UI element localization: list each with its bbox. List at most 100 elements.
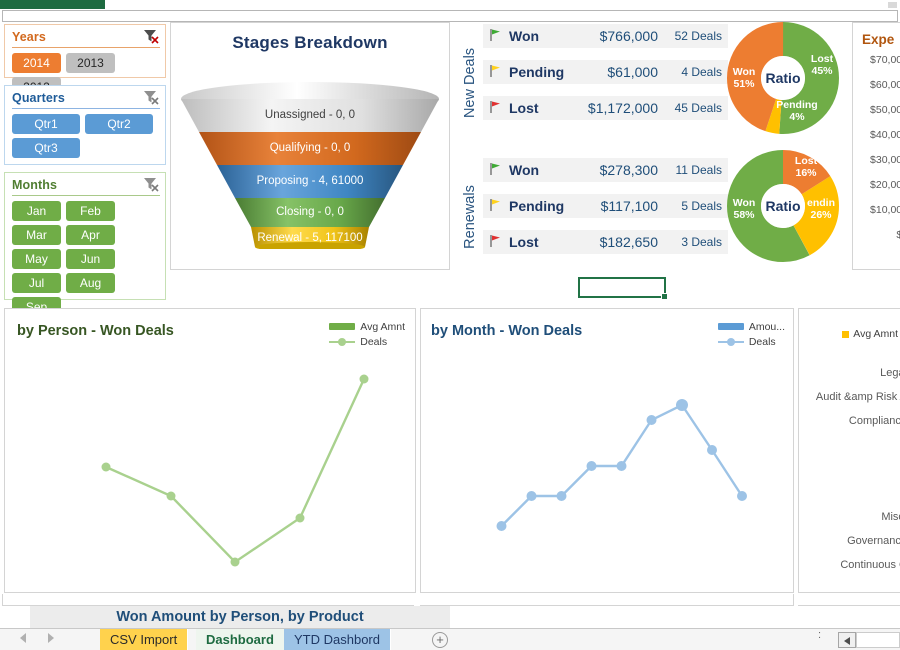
slicer-quarters[interactable]: Quarters Qtr1 Qtr2 Qtr3 [4, 85, 166, 165]
kpi-deals: 52 Deals [674, 29, 722, 43]
slicer-years-header: Years [12, 29, 160, 44]
clear-filter-icon[interactable] [143, 177, 160, 192]
slicer-item-jul[interactable]: Jul [12, 273, 61, 293]
kpi-group-new-deals-label: New Deals [458, 24, 482, 142]
kpi-status: Won [509, 28, 540, 44]
donut-chart-renewals[interactable]: Ratio Won 58% endin 26% Lost 16% [727, 150, 839, 262]
chart-frame-bottom-right [420, 594, 794, 606]
ribbon-active-tab[interactable] [0, 0, 105, 9]
sheet-tab-bar: CSV Import Dashboard YTD Dashbord + : [0, 628, 900, 650]
kpi-deals: 45 Deals [674, 101, 722, 115]
slicer-item-qtr1[interactable]: Qtr1 [12, 114, 80, 134]
clear-filter-icon[interactable] [143, 29, 160, 44]
slicer-item-aug[interactable]: Aug [66, 273, 115, 293]
slicer-years-title: Years [12, 29, 46, 44]
ribbon-collapse-nub[interactable] [888, 2, 897, 8]
category-label-legal: Legal [880, 367, 900, 379]
slicer-item-2014[interactable]: 2014 [12, 53, 61, 73]
won-amount-by-person-product-title: Won Amount by Person, by Product [116, 609, 364, 625]
kpi-row-lost[interactable]: Lost $1,172,000 45 Deals [483, 96, 728, 120]
funnel-graphic: Unassigned - 0, 0 Qualifying - 0, 0 Prop… [171, 57, 449, 249]
chart-by-month-legend[interactable]: Amou... Deals [717, 319, 785, 349]
kpi-row-lost[interactable]: Lost $182,650 3 Deals [483, 230, 728, 254]
legend-swatch-bar-icon [329, 323, 356, 330]
hscroll-track[interactable] [856, 632, 900, 648]
red-flag-icon [489, 100, 509, 116]
kpi-group-renewals: Renewals Won $278,300 11 Deals Pending $… [458, 158, 730, 276]
kpi-row-pending[interactable]: Pending $61,000 4 Deals [483, 60, 728, 84]
kpi-row-won[interactable]: Won $766,000 52 Deals [483, 24, 728, 48]
donut-slice-won: Won 51% [732, 66, 756, 90]
sheet-nav-arrows[interactable] [20, 633, 54, 643]
slicer-item-apr[interactable]: Apr [66, 225, 115, 245]
won-amount-by-person-product-panel[interactable]: Won Amount by Person, by Product [30, 606, 450, 628]
fill-handle[interactable] [661, 293, 668, 300]
slicer-item-qtr3[interactable]: Qtr3 [12, 138, 80, 158]
expense-chart-panel[interactable]: Expe $70,000 $60,000 $50,000 $40,000 $30… [852, 22, 900, 270]
kpi-row-pending[interactable]: Pending $117,100 5 Deals [483, 194, 728, 218]
expense-axis-ticks: $70,000 $60,000 $50,000 $40,000 $30,000 … [853, 54, 900, 254]
clear-filter-icon[interactable] [143, 90, 160, 105]
green-flag-icon [489, 28, 509, 44]
category-label-governance: Governance [847, 535, 900, 547]
legend-entry-amount[interactable]: Amou... [717, 319, 785, 334]
chart-by-category-panel[interactable]: Avg Amnt Legal Audit &amp Risk A Complia… [798, 308, 900, 593]
kpi-row-won[interactable]: Won $278,300 11 Deals [483, 158, 728, 182]
nav-next-sheet-icon[interactable] [48, 633, 54, 643]
green-flag-icon [489, 162, 509, 178]
slicer-years-rule [12, 47, 160, 48]
donut-slice-won: Won 58% [732, 197, 756, 221]
hscroll-left-button[interactable] [838, 632, 856, 648]
slicer-months[interactable]: Months Jan Feb Mar Apr May Jun Jul Aug S… [4, 172, 166, 317]
legend-label: Deals [360, 335, 388, 348]
legend-entry-deals[interactable]: Deals [717, 334, 785, 349]
kpi-amount: $117,100 [600, 198, 658, 214]
chart-by-month-won-deals[interactable]: by Month - Won Deals Amou... Deals $250,… [420, 308, 794, 593]
legend-swatch-bar-icon [717, 323, 744, 330]
kpi-status: Won [509, 162, 540, 178]
kpi-group-renewals-label: Renewals [458, 158, 482, 276]
kpi-rows-renewals: Won $278,300 11 Deals Pending $117,100 5… [483, 158, 728, 266]
stages-breakdown-chart[interactable]: Stages Breakdown Unassigned - 0, 0 Quali… [170, 22, 450, 270]
slicer-item-qtr2[interactable]: Qtr2 [85, 114, 153, 134]
kpi-group-renewals-text: Renewals [462, 185, 479, 249]
slicer-item-jun[interactable]: Jun [66, 249, 115, 269]
chart-by-person-won-deals[interactable]: by Person - Won Deals Avg Amnt Deals $50… [4, 308, 416, 593]
legend-label: Avg Amnt [360, 320, 405, 333]
slicer-item-jan[interactable]: Jan [12, 201, 61, 221]
slicer-months-header: Months [12, 177, 160, 192]
kpi-amount: $1,172,000 [587, 100, 658, 116]
axis-tick: $60,000 [870, 79, 900, 91]
axis-tick: $70,000 [870, 54, 900, 66]
legend-swatch-line-icon [329, 337, 356, 346]
sheet-tab-csv-import[interactable]: CSV Import [100, 629, 189, 650]
kpi-deals: 11 Deals [675, 163, 722, 177]
axis-tick: $10,000 [870, 204, 900, 216]
axis-tick: $50,000 [870, 104, 900, 116]
slicer-item-feb[interactable]: Feb [66, 201, 115, 221]
kpi-rows-new-deals: Won $766,000 52 Deals Pending $61,000 4 … [483, 24, 728, 132]
legend-entry-deals[interactable]: Deals [329, 334, 405, 349]
donut-chart-new-deals[interactable]: Ratio Won 51% Pending 4% Lost 45% [727, 22, 839, 134]
nav-previous-sheet-icon[interactable] [20, 633, 26, 643]
kpi-amount: $61,000 [607, 64, 658, 80]
axis-tick: $30,000 [870, 154, 900, 166]
slicer-item-may[interactable]: May [12, 249, 61, 269]
slicer-years[interactable]: Years 2014 2013 2012 [4, 24, 166, 97]
category-legend[interactable]: Avg Amnt [842, 328, 900, 340]
donut-slice-lost: Lost 16% [794, 155, 818, 179]
legend-entry-avg-amnt[interactable]: Avg Amnt [329, 319, 405, 334]
active-cell-selection[interactable] [578, 277, 668, 300]
add-sheet-icon[interactable]: + [432, 632, 448, 648]
chart-by-person-legend[interactable]: Avg Amnt Deals [329, 319, 405, 349]
category-label-audit-risk: Audit &amp Risk A [815, 391, 900, 403]
chart-by-person-title: by Person - Won Deals [17, 323, 174, 339]
sheet-tab-dashboard[interactable]: Dashboard [196, 629, 285, 650]
kpi-deals: 3 Deals [681, 235, 722, 249]
kpi-status: Lost [509, 100, 539, 116]
sheet-tab-ytd-dashbord[interactable]: YTD Dashbord [284, 629, 391, 650]
slicer-item-2013[interactable]: 2013 [66, 53, 115, 73]
slicer-item-mar[interactable]: Mar [12, 225, 61, 245]
slicer-quarters-title: Quarters [12, 90, 65, 105]
formula-bar[interactable] [2, 10, 898, 22]
